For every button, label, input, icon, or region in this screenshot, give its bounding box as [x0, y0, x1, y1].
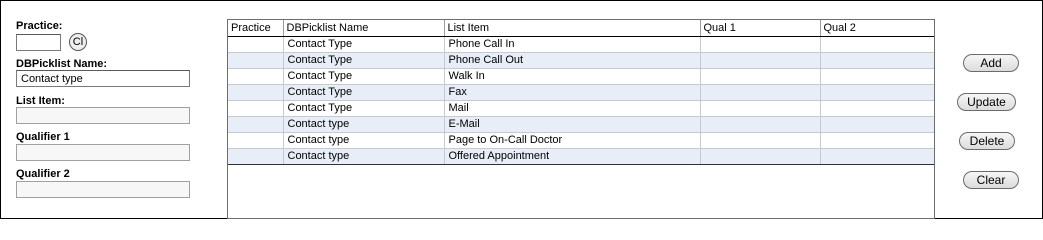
- cell-practice: [228, 36, 284, 53]
- cell-qual2: [820, 148, 934, 165]
- cell-dbpicklist-name: Contact Type: [283, 100, 445, 117]
- clear-button[interactable]: Clear: [963, 171, 1019, 189]
- cell-qual1: [700, 68, 821, 85]
- cell-practice: [228, 132, 284, 149]
- cell-dbpicklist-name: Contact Type: [283, 36, 445, 53]
- cell-practice: [228, 148, 284, 165]
- cell-practice: [228, 68, 284, 85]
- column-header-list-item[interactable]: List Item: [444, 20, 701, 37]
- cell-list-item: Page to On-Call Doctor: [444, 132, 701, 149]
- qualifier2-label: Qualifier 2: [16, 168, 70, 180]
- clear-practice-button[interactable]: Cl: [69, 33, 87, 51]
- cell-qual1: [700, 36, 821, 53]
- column-header-practice[interactable]: Practice: [228, 20, 284, 37]
- cell-practice: [228, 84, 284, 101]
- table-row[interactable]: Contact type Offered Appointment: [228, 148, 934, 165]
- cell-qual2: [820, 116, 934, 133]
- cell-dbpicklist-name: Contact Type: [283, 68, 445, 85]
- cell-list-item: E-Mail: [444, 116, 701, 133]
- cell-dbpicklist-name: Contact type: [283, 148, 445, 165]
- cell-dbpicklist-name: Contact type: [283, 116, 445, 133]
- update-button[interactable]: Update: [957, 93, 1016, 111]
- qualifier2-field[interactable]: [16, 181, 190, 198]
- table-row[interactable]: Contact Type Walk In: [228, 68, 934, 85]
- cell-dbpicklist-name: Contact Type: [283, 84, 445, 101]
- picklist-table: Practice DBPicklist Name List Item Qual …: [228, 20, 934, 165]
- list-item-field[interactable]: [16, 107, 190, 124]
- cell-practice: [228, 116, 284, 133]
- table-header-row: Practice DBPicklist Name List Item Qual …: [228, 20, 934, 37]
- cell-qual2: [820, 68, 934, 85]
- practice-label: Practice:: [16, 20, 63, 32]
- dbpicklist-name-field[interactable]: [16, 70, 190, 87]
- cell-list-item: Fax: [444, 84, 701, 101]
- cell-qual1: [700, 116, 821, 133]
- dbpicklist-label: DBPicklist Name:: [16, 58, 108, 70]
- cell-qual2: [820, 52, 934, 69]
- practice-field[interactable]: [16, 34, 61, 51]
- cell-list-item: Mail: [444, 100, 701, 117]
- picklist-grid[interactable]: Practice DBPicklist Name List Item Qual …: [227, 19, 935, 219]
- column-header-qual2[interactable]: Qual 2: [820, 20, 934, 37]
- cell-qual1: [700, 132, 821, 149]
- column-header-qual1[interactable]: Qual 1: [700, 20, 821, 37]
- cell-qual2: [820, 36, 934, 53]
- cell-qual1: [700, 84, 821, 101]
- table-row[interactable]: Contact Type Phone Call In: [228, 36, 934, 53]
- cell-dbpicklist-name: Contact Type: [283, 52, 445, 69]
- picklist-window: Practice: Cl DBPicklist Name: List Item:…: [0, 0, 1043, 219]
- delete-button[interactable]: Delete: [959, 132, 1015, 150]
- qualifier1-label: Qualifier 1: [16, 131, 70, 143]
- cell-practice: [228, 100, 284, 117]
- table-row[interactable]: Contact type Page to On-Call Doctor: [228, 132, 934, 149]
- qualifier1-field[interactable]: [16, 144, 190, 161]
- table-row[interactable]: Contact type E-Mail: [228, 116, 934, 133]
- cell-practice: [228, 52, 284, 69]
- cell-qual1: [700, 100, 821, 117]
- cell-list-item: Phone Call In: [444, 36, 701, 53]
- column-header-dbpicklist-name[interactable]: DBPicklist Name: [283, 20, 445, 37]
- cell-qual2: [820, 84, 934, 101]
- cell-dbpicklist-name: Contact type: [283, 132, 445, 149]
- cell-qual1: [700, 52, 821, 69]
- cell-qual1: [700, 148, 821, 165]
- cell-list-item: Phone Call Out: [444, 52, 701, 69]
- table-row[interactable]: Contact Type Mail: [228, 100, 934, 117]
- cell-list-item: Walk In: [444, 68, 701, 85]
- add-button[interactable]: Add: [963, 54, 1019, 72]
- table-row[interactable]: Contact Type Phone Call Out: [228, 52, 934, 69]
- table-row[interactable]: Contact Type Fax: [228, 84, 934, 101]
- cell-qual2: [820, 100, 934, 117]
- cell-qual2: [820, 132, 934, 149]
- cell-list-item: Offered Appointment: [444, 148, 701, 165]
- list-item-label: List Item:: [16, 95, 65, 107]
